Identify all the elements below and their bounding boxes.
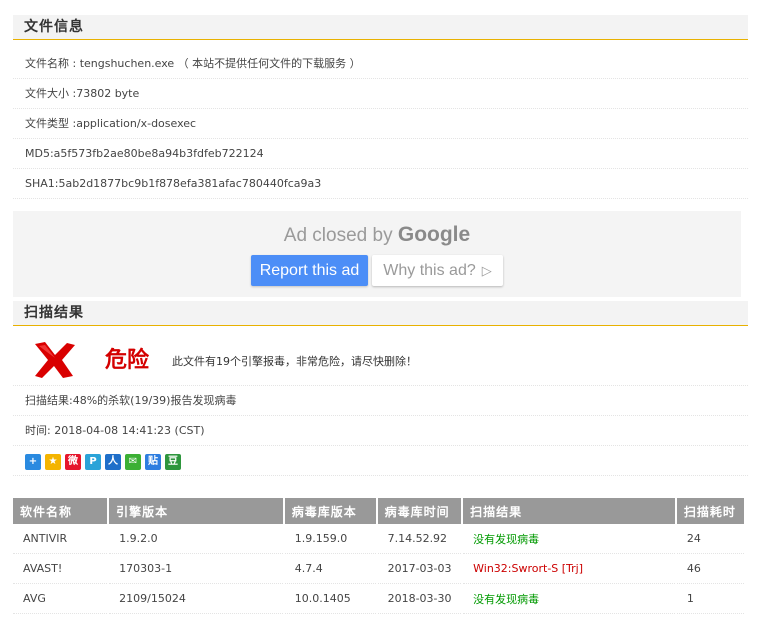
file-size-row: 文件大小 :73802 byte — [13, 79, 748, 109]
col-header-db-time: 病毒库时间 — [377, 498, 462, 524]
report-ad-button[interactable]: Report this ad — [251, 255, 368, 286]
adchoices-icon: ▷ — [481, 263, 492, 278]
cell-software: AVAST! — [13, 554, 108, 584]
cell-engine-version: 170303-1 — [109, 554, 283, 584]
col-header-db-version: 病毒库版本 — [284, 498, 376, 524]
danger-title: 危险 — [105, 348, 150, 373]
red-x-icon — [35, 342, 75, 378]
cell-db-version: 4.7.4 — [284, 554, 376, 584]
google-logo: Google — [397, 223, 471, 246]
share-tencent-icon[interactable]: P — [85, 454, 101, 470]
scan-result-header: 扫描结果 — [13, 301, 748, 326]
why-this-ad-label: Why this ad? — [383, 262, 476, 279]
cell-duration: 46 — [676, 554, 744, 584]
table-row: AVAST! 170303-1 4.7.4 2017-03-03 Win32:S… — [13, 554, 744, 584]
share-renren-icon[interactable]: 人 — [105, 454, 121, 470]
scan-summary-row: 扫描结果:48%的杀软(19/39)报告发现病毒 — [13, 386, 748, 416]
why-this-ad-button[interactable]: Why this ad? ▷ — [372, 255, 503, 286]
share-more-icon[interactable]: + — [25, 454, 41, 470]
cell-engine-version: 2109/15024 — [109, 584, 283, 614]
scan-results-table: 软件名称 引擎版本 病毒库版本 病毒库时间 扫描结果 扫描耗时 ANTIVIR … — [11, 498, 746, 614]
file-type-row: 文件类型 :application/x-dosexec — [13, 109, 748, 139]
cell-scan-result: 没有发现病毒 — [463, 524, 675, 554]
ad-closed-label: Ad closed by — [283, 225, 393, 246]
col-header-engine-version: 引擎版本 — [109, 498, 283, 524]
file-name-row: 文件名称 : tengshuchen.exe （ 本站不提供任何文件的下载服务 … — [13, 49, 748, 79]
share-weibo-icon[interactable]: 微 — [65, 454, 81, 470]
cell-duration: 24 — [676, 524, 744, 554]
cell-engine-version: 1.9.2.0 — [109, 524, 283, 554]
cell-scan-result: Win32:Swrort-S [Trj] — [463, 554, 675, 584]
table-row: AVG 2109/15024 10.0.1405 2018-03-30 没有发现… — [13, 584, 744, 614]
cell-scan-result: 没有发现病毒 — [463, 584, 675, 614]
ad-closed-text: Ad closed by Google — [13, 223, 741, 247]
cell-db-time: 7.14.52.92 — [377, 524, 462, 554]
table-header-row: 软件名称 引擎版本 病毒库版本 病毒库时间 扫描结果 扫描耗时 — [13, 498, 744, 524]
share-wechat-icon[interactable]: ✉ — [125, 454, 141, 470]
cell-duration: 1 — [676, 584, 744, 614]
file-info-header: 文件信息 — [13, 15, 748, 40]
col-header-software: 软件名称 — [13, 498, 108, 524]
ad-closed-box: Ad closed by Google Report this ad Why t… — [13, 211, 741, 297]
share-bar: + ★ 微 P 人 ✉ 贴豆 — [13, 446, 748, 476]
cell-db-time: 2018-03-30 — [377, 584, 462, 614]
share-douban-icon[interactable]: 豆 — [165, 454, 181, 470]
danger-row: 危险 此文件有19个引擎报毒，非常危险，请尽快删除！ — [13, 334, 748, 386]
share-tieba-icon[interactable]: 贴 — [145, 454, 161, 470]
cell-software: ANTIVIR — [13, 524, 108, 554]
scan-time-row: 时间: 2018-04-08 14:41:23 (CST) — [13, 416, 748, 446]
cell-db-time: 2017-03-03 — [377, 554, 462, 584]
table-row: ANTIVIR 1.9.2.0 1.9.159.0 7.14.52.92 没有发… — [13, 524, 744, 554]
col-header-duration: 扫描耗时 — [676, 498, 744, 524]
col-header-scan-result: 扫描结果 — [463, 498, 675, 524]
sha1-row: SHA1:5ab2d1877bc9b1f878efa381afac780440f… — [13, 169, 748, 199]
share-qzone-icon[interactable]: ★ — [45, 454, 61, 470]
danger-message: 此文件有19个引擎报毒，非常危险，请尽快删除！ — [172, 355, 417, 368]
cell-db-version: 10.0.1405 — [284, 584, 376, 614]
md5-row: MD5:a5f573fb2ae80be8a94b3fdfeb722124 — [13, 139, 748, 169]
cell-db-version: 1.9.159.0 — [284, 524, 376, 554]
cell-software: AVG — [13, 584, 108, 614]
